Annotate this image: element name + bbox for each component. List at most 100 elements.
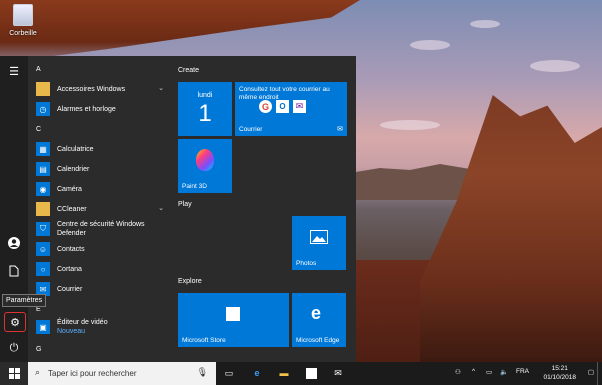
- tile-calendar[interactable]: lundi 1: [178, 82, 232, 136]
- search-icon: ⌕: [35, 367, 41, 377]
- tile-label: Courrier: [239, 126, 263, 133]
- settings-icon[interactable]: ⚙: [4, 312, 26, 332]
- tile-store[interactable]: Microsoft Store: [178, 293, 289, 347]
- clock-date: 01/10/2018: [543, 374, 576, 381]
- power-icon[interactable]: ⏻: [4, 339, 24, 357]
- people-tray-icon[interactable]: ⚇: [455, 368, 461, 376]
- taskbar: ⌕ Taper ici pour rechercher 🎙 ▭ e ▬ ✉ ⚇ …: [0, 362, 602, 385]
- list-item-ccleaner[interactable]: CCleaner ⌄: [36, 200, 170, 218]
- cortana-icon: ○: [36, 262, 50, 276]
- windows-logo-icon: [8, 368, 20, 379]
- group-title[interactable]: Play: [178, 201, 192, 208]
- calculator-icon: ▦: [36, 142, 50, 156]
- store-taskbar-icon[interactable]: [304, 366, 318, 380]
- list-item-alarmes[interactable]: ◷ Alarmes et horloge: [36, 100, 170, 118]
- mail-taskbar-icon[interactable]: ✉: [331, 366, 345, 380]
- search-placeholder: Taper ici pour rechercher: [48, 369, 137, 378]
- chevron-down-icon[interactable]: ⌄: [158, 204, 164, 212]
- list-item-label: Accessoires Windows: [57, 85, 126, 93]
- tile-photos[interactable]: Photos: [292, 216, 346, 270]
- shield-icon: ⛉: [36, 222, 50, 236]
- list-item-label: Centre de sécurité Windows Defender: [57, 221, 145, 237]
- clock-time: 15:21: [551, 365, 568, 372]
- list-item-title: Éditeur de vidéo: [57, 319, 108, 326]
- letter-header[interactable]: A: [36, 66, 41, 73]
- tile-label: Photos: [296, 260, 317, 267]
- network-icon[interactable]: ▭: [486, 368, 492, 376]
- tile-paint3d[interactable]: Paint 3D: [178, 139, 232, 193]
- cloud: [410, 40, 450, 50]
- list-item-label: Courrier: [57, 285, 83, 293]
- cloud: [470, 20, 500, 28]
- microphone-icon[interactable]: 🎙: [197, 367, 208, 378]
- user-icon[interactable]: [4, 234, 24, 252]
- list-item-calculatrice[interactable]: ▦ Calculatrice: [36, 140, 170, 158]
- chevron-down-icon[interactable]: ⌄: [158, 84, 164, 92]
- list-item-camera[interactable]: ◉ Caméra: [36, 180, 170, 198]
- mail-provider-logos: G O ✉: [259, 100, 306, 113]
- list-item-calendrier[interactable]: ▤ Calendrier: [36, 160, 170, 178]
- cloud: [380, 120, 440, 130]
- document-icon[interactable]: [4, 262, 24, 280]
- list-item-editeur-video[interactable]: ▣ Éditeur de vidéo Nouveau: [36, 318, 170, 336]
- letter-header[interactable]: C: [36, 126, 41, 133]
- group-title[interactable]: Create: [178, 67, 199, 74]
- paint3d-icon: [196, 149, 214, 171]
- tile-label: Microsoft Edge: [296, 337, 340, 344]
- file-explorer-icon[interactable]: ▬: [277, 366, 291, 380]
- folder-icon: [36, 202, 50, 216]
- taskbar-search[interactable]: ⌕ Taper ici pour rechercher 🎙: [28, 362, 216, 385]
- list-item-courrier[interactable]: ✉ Courrier: [36, 280, 170, 298]
- group-title[interactable]: Explore: [178, 278, 202, 285]
- list-item-cortana[interactable]: ○ Cortana: [36, 260, 170, 278]
- list-item-label: Cortana: [57, 265, 82, 273]
- photos-icon: [310, 230, 328, 244]
- new-badge: Nouveau: [57, 328, 86, 335]
- tile-edge[interactable]: e Microsoft Edge: [292, 293, 346, 347]
- people-icon: ☺: [36, 242, 50, 256]
- language-indicator[interactable]: FRA: [516, 368, 529, 375]
- letter-header[interactable]: G: [36, 346, 41, 353]
- video-editor-icon: ▣: [36, 320, 50, 334]
- start-button[interactable]: [0, 362, 28, 385]
- settings-tooltip: Paramètres: [2, 294, 47, 307]
- show-desktop-button[interactable]: [597, 362, 602, 385]
- list-item-label: Calculatrice: [57, 145, 94, 153]
- list-item-contacts[interactable]: ☺ Contacts: [36, 240, 170, 258]
- task-view-icon[interactable]: ▭: [222, 366, 236, 380]
- list-item-defender[interactable]: ⛉ Centre de sécurité Windows Defender: [36, 220, 170, 238]
- calendar-day: lundi: [197, 92, 213, 99]
- calendar-icon: ▤: [36, 162, 50, 176]
- folder-icon: [36, 82, 50, 96]
- list-item-label: Alarmes et horloge: [57, 105, 116, 113]
- list-item-label: Contacts: [57, 245, 85, 253]
- list-item-accessoires[interactable]: Accessoires Windows ⌄: [36, 80, 170, 98]
- store-bag-icon: [226, 307, 240, 321]
- list-item-label: Éditeur de vidéo Nouveau: [57, 318, 108, 336]
- edge-icon: e: [311, 303, 322, 323]
- taskbar-clock[interactable]: 15:21 01/10/2018: [543, 364, 576, 382]
- recycle-bin-icon: [13, 4, 33, 26]
- notifications-icon[interactable]: ▢: [588, 368, 594, 376]
- edge-taskbar-icon[interactable]: e: [250, 366, 264, 380]
- tile-mail[interactable]: Consultez tout votre courrier au même en…: [235, 82, 347, 136]
- volume-icon[interactable]: 🔈: [500, 368, 508, 376]
- list-item-label: Calendrier: [57, 165, 90, 173]
- clock-icon: ◷: [36, 102, 50, 116]
- mail-envelope-icon: ✉: [337, 126, 343, 133]
- desktop-icon-recycle-bin[interactable]: Corbeille: [6, 4, 40, 37]
- calendar-date: 1: [198, 100, 212, 127]
- hamburger-icon[interactable]: ☰: [4, 62, 24, 80]
- outlook-icon: O: [276, 100, 289, 113]
- list-item-label: CCleaner: [57, 205, 87, 213]
- yahoo-mail-icon: ✉: [293, 100, 306, 113]
- tile-label: Paint 3D: [182, 183, 207, 190]
- start-menu: ☰ ⚙ ⏻ Paramètres A Accessoires Windows ⌄…: [0, 56, 356, 362]
- app-list: A Accessoires Windows ⌄ ◷ Alarmes et hor…: [28, 56, 170, 362]
- tiles-area: Create lundi 1 Consultez tout votre cour…: [170, 56, 356, 362]
- tile-label: Microsoft Store: [182, 337, 226, 344]
- camera-icon: ◉: [36, 182, 50, 196]
- letter-header[interactable]: É: [36, 306, 41, 313]
- chevron-up-icon[interactable]: ^: [472, 368, 475, 375]
- list-item-label: Caméra: [57, 185, 82, 193]
